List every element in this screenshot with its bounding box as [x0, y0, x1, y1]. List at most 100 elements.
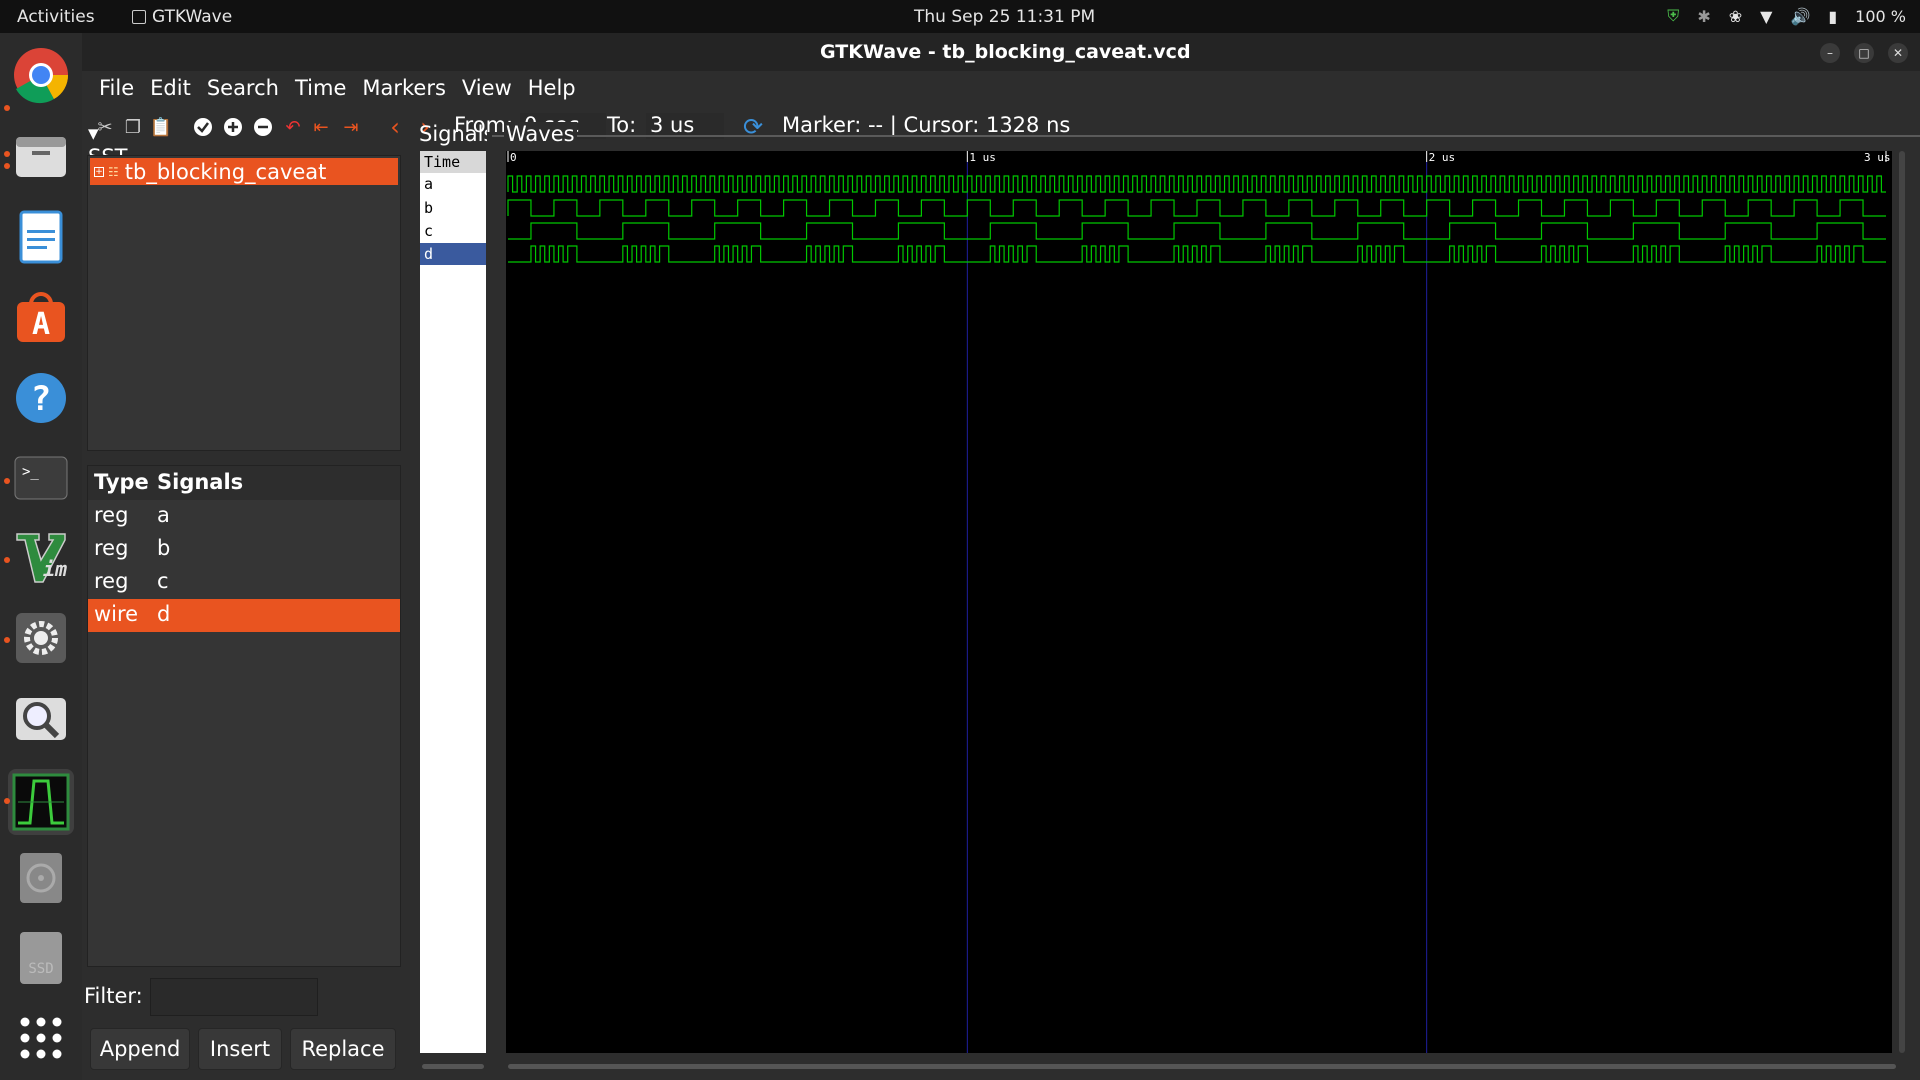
insert-button[interactable]: Insert: [198, 1028, 282, 1070]
app-menu[interactable]: GTKWave: [132, 7, 232, 27]
disc-icon[interactable]: [12, 849, 70, 907]
menu-search[interactable]: Search: [199, 76, 287, 100]
paste-icon[interactable]: 📋: [150, 116, 172, 138]
signal-row-d[interactable]: wire d: [88, 599, 400, 632]
wave-b[interactable]: [507, 199, 1886, 217]
filter-input[interactable]: [150, 978, 318, 1016]
signal-row-b[interactable]: reg b: [88, 533, 400, 566]
title-bar[interactable]: GTKWave - tb_blocking_caveat.vcd – □ ✕: [82, 33, 1920, 71]
signal-list-header: Type Signals: [88, 466, 400, 500]
filter-label: Filter:: [84, 984, 143, 1008]
signal-type: wire: [94, 602, 139, 626]
dock: A ? >_ im SSD: [0, 33, 82, 1080]
time-tick-label: 2 us: [1429, 151, 1456, 164]
chevron-left-icon[interactable]: ‹: [384, 113, 406, 141]
chrome-icon[interactable]: [12, 46, 70, 104]
volume-icon[interactable]: 🔊: [1790, 7, 1810, 26]
signal-name: d: [157, 602, 171, 626]
menu-file[interactable]: File: [91, 76, 142, 100]
signals-row-time[interactable]: Time: [420, 151, 486, 173]
col-signals-header[interactable]: Signals: [157, 470, 243, 494]
sst-tree[interactable]: + ☷ tb_blocking_caveat: [87, 155, 401, 451]
menu-view[interactable]: View: [454, 76, 520, 100]
module-icon: ☷: [108, 164, 119, 179]
app-center-icon[interactable]: A: [12, 289, 70, 347]
window-icon: [132, 10, 146, 24]
writer-icon[interactable]: [12, 208, 70, 266]
wave-d[interactable]: [508, 245, 1886, 263]
wave-c[interactable]: [508, 222, 1886, 240]
signal-list: Type Signals reg a reg b reg c wire d: [87, 465, 401, 967]
waves-header: Waves: [504, 122, 577, 146]
window-title: GTKWave - tb_blocking_caveat.vcd: [820, 41, 1191, 63]
menu-edit[interactable]: Edit: [142, 76, 199, 100]
signal-row-c[interactable]: reg c: [88, 566, 400, 599]
waveform-plot[interactable]: 0 1 us 2 us 3 us: [506, 151, 1892, 1053]
signal-name: a: [157, 503, 170, 527]
signals-row-b[interactable]: b: [420, 197, 486, 219]
signal-type: reg: [94, 503, 129, 527]
wifi-icon[interactable]: ▼: [1760, 7, 1772, 26]
zoom-out-icon[interactable]: [252, 116, 274, 138]
accessibility-icon[interactable]: ❀: [1729, 7, 1742, 26]
wave-canvas[interactable]: 0 1 us 2 us 3 us: [506, 151, 1892, 1053]
signal-name: b: [157, 536, 171, 560]
gtkwave-icon[interactable]: [8, 769, 74, 835]
time-ruler[interactable]: [506, 151, 1892, 162]
signal-row-a[interactable]: reg a: [88, 500, 400, 533]
show-apps-icon[interactable]: [12, 1009, 70, 1067]
top-bar: Activities GTKWave Thu Sep 25 11:31 PM ⛨…: [0, 0, 1920, 33]
close-button[interactable]: ✕: [1888, 43, 1908, 63]
replace-button[interactable]: Replace: [290, 1028, 396, 1070]
signals-horizontal-scrollbar[interactable]: [422, 1064, 484, 1069]
waves-frame: [492, 135, 1920, 137]
svg-text:im: im: [43, 557, 67, 581]
wave-a[interactable]: [507, 175, 1886, 193]
minimize-button[interactable]: –: [1820, 43, 1840, 63]
time-tick-label: 3 us: [1864, 151, 1891, 164]
menu-help[interactable]: Help: [520, 76, 584, 100]
battery-percentage: 100 %: [1855, 6, 1906, 26]
svg-text:?: ?: [31, 379, 51, 419]
svg-text:>_: >_: [22, 464, 39, 480]
bluetooth-icon[interactable]: ✱: [1697, 7, 1710, 26]
app-name: GTKWave: [152, 7, 233, 27]
waves-horizontal-scrollbar[interactable]: [508, 1064, 1896, 1069]
image-viewer-icon[interactable]: [12, 689, 70, 747]
battery-icon[interactable]: ▮: [1828, 7, 1837, 26]
menu-markers[interactable]: Markers: [354, 76, 454, 100]
waves-vertical-scrollbar[interactable]: [1899, 151, 1905, 1053]
terminal-icon[interactable]: >_: [12, 449, 70, 507]
activities-button[interactable]: Activities: [17, 7, 95, 27]
vim-icon[interactable]: im: [12, 529, 70, 587]
append-button[interactable]: Append: [90, 1028, 190, 1070]
svg-text:SSD: SSD: [28, 961, 53, 977]
zoom-to-start-icon[interactable]: ⇤: [310, 116, 332, 138]
svg-text:A: A: [32, 307, 50, 342]
sst-node-tb-blocking-caveat[interactable]: + ☷ tb_blocking_caveat: [90, 158, 398, 185]
files-icon[interactable]: [12, 128, 70, 186]
signal-type: reg: [94, 569, 129, 593]
signals-row-a[interactable]: a: [420, 173, 486, 195]
signals-row-d[interactable]: d: [420, 243, 486, 265]
time-tick-label: 1 us: [969, 151, 996, 164]
menu-time[interactable]: Time: [287, 76, 354, 100]
col-type-header[interactable]: Type: [94, 470, 149, 494]
help-icon[interactable]: ?: [12, 369, 70, 427]
expand-icon[interactable]: +: [94, 166, 104, 177]
signals-header: Signals: [419, 122, 487, 146]
clock[interactable]: Thu Sep 25 11:31 PM: [914, 7, 1095, 27]
toolbar: ✂ ❐ 📋 ↶ ⇤ ⇥ ‹ › From: 0 sec To: 3 us ⟳ M…: [82, 105, 1920, 149]
zoom-fit-icon[interactable]: [192, 116, 214, 138]
settings-icon[interactable]: [12, 609, 70, 667]
ssd-drive-icon[interactable]: SSD: [12, 929, 70, 987]
signals-row-c[interactable]: c: [420, 220, 486, 242]
zoom-to-end-icon[interactable]: ⇥: [340, 116, 362, 138]
shield-icon[interactable]: ⛨: [1667, 6, 1679, 26]
maximize-button[interactable]: □: [1854, 43, 1874, 63]
zoom-in-icon[interactable]: [222, 116, 244, 138]
signals-pane[interactable]: Time a b c d: [420, 151, 486, 1053]
system-tray[interactable]: ⛨ ✱ ❀ ▼ 🔊 ▮ 100 %: [1667, 6, 1906, 26]
signal-name: c: [157, 569, 169, 593]
undo-zoom-icon[interactable]: ↶: [282, 116, 304, 138]
